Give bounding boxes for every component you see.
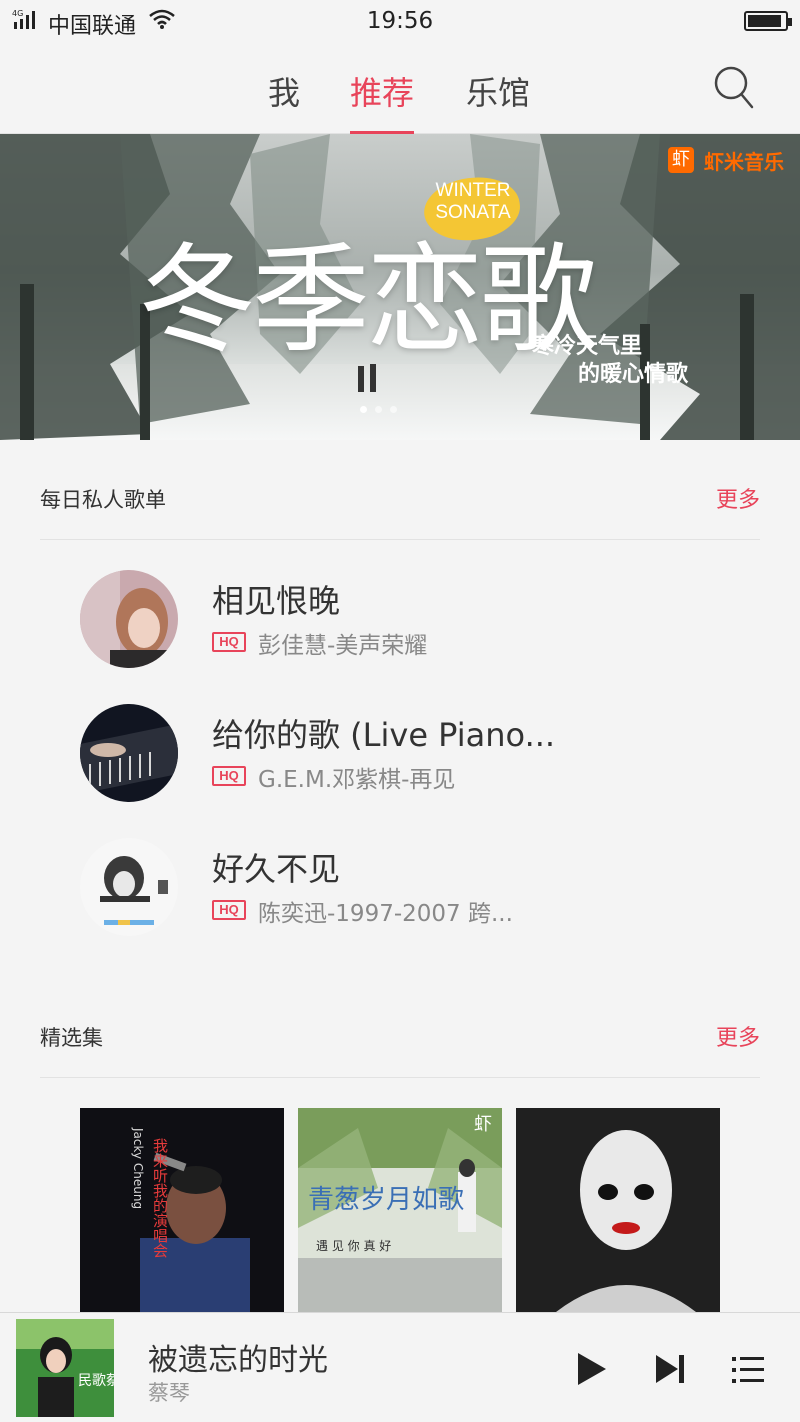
album-side-text: Jacky Cheung — [131, 1127, 145, 1209]
album-cover: 虾 青葱岁月如歌 遇 见 你 真 好 — [298, 1108, 502, 1312]
song-artist: G.E.M.邓紫棋-再见 — [258, 767, 456, 793]
album-cover: Jacky Cheung 我来听我的演唱会 — [80, 1108, 284, 1312]
banner-headline: 冬季恋歌 — [138, 231, 598, 369]
playlist-icon[interactable] — [728, 1349, 768, 1389]
promo-banner[interactable]: 虾 虾米音乐 WINTER SONATA 冬季恋歌 寒冷天气里 的暖心情歌 — [0, 134, 800, 440]
album-cover — [516, 1108, 720, 1312]
song-title: 好久不见 — [212, 850, 341, 888]
battery-icon — [744, 11, 792, 31]
song-artist: 陈奕迅-1997-2007 跨... — [258, 901, 513, 927]
album-card[interactable]: Jacky Cheung 我来听我的演唱会 — [80, 1108, 284, 1312]
tab-recommend[interactable]: 推荐 — [350, 68, 415, 134]
album-card[interactable]: 虾 青葱岁月如歌 遇 见 你 真 好 — [298, 1108, 502, 1312]
song-title: 相见恨晚 — [212, 582, 341, 620]
carousel-dot — [390, 406, 397, 413]
search-icon[interactable] — [712, 64, 756, 112]
section-title: 每日私人歌单 — [40, 488, 166, 512]
badge-line1: WINTER — [435, 180, 511, 201]
play-icon[interactable] — [572, 1349, 612, 1389]
hq-badge: HQ — [212, 900, 246, 920]
song-title: 给你的歌 (Live Piano... — [212, 716, 556, 754]
clock: 19:56 — [366, 8, 434, 34]
hq-badge: HQ — [212, 766, 246, 786]
carousel-dots — [360, 406, 397, 413]
song-row[interactable]: 好久不见 HQ 陈奕迅-1997-2007 跨... — [80, 838, 760, 938]
album-subtitle: 遇 见 你 真 好 — [316, 1239, 391, 1253]
daily-playlist-header: 每日私人歌单 更多 — [40, 484, 760, 540]
xiami-logo: 虾 — [668, 147, 694, 173]
now-playing-artist: 蔡琴 — [148, 1381, 190, 1405]
next-icon[interactable] — [650, 1349, 690, 1389]
album-vertical-title: 我来听我的演唱会 — [151, 1138, 169, 1258]
album-card[interactable] — [516, 1108, 720, 1312]
brand-name: 虾米音乐 — [704, 149, 784, 174]
status-bar: 4G 中国联通 19:56 — [0, 0, 800, 46]
song-row[interactable]: 给你的歌 (Live Piano... HQ G.E.M.邓紫棋-再见 — [80, 704, 760, 804]
cover-text: 民歌蔡琴 — [78, 1373, 114, 1389]
mini-player[interactable]: 民歌蔡琴 被遗忘的时光 蔡琴 — [0, 1312, 800, 1422]
banner-subtitle-2: 的暖心情歌 — [578, 362, 689, 387]
more-link[interactable]: 更多 — [716, 482, 760, 514]
featured-header: 精选集 更多 — [40, 1022, 760, 1078]
carousel-dot — [375, 406, 382, 413]
song-row[interactable]: 相见恨晚 HQ 彭佳慧-美声荣耀 — [80, 570, 760, 670]
tab-me[interactable]: 我 — [268, 68, 300, 134]
section-title: 精选集 — [40, 1026, 103, 1050]
xiami-brand: 虾 虾米音乐 — [668, 146, 784, 174]
song-artist: 彭佳慧-美声荣耀 — [258, 633, 428, 659]
tab-music-hall[interactable]: 乐馆 — [466, 68, 530, 134]
top-nav: 我 推荐 乐馆 — [0, 46, 800, 134]
album-title: 青葱岁月如歌 — [308, 1185, 464, 1215]
album-logo: 虾 — [474, 1114, 492, 1135]
carousel-dot — [360, 406, 367, 413]
hq-badge: HQ — [212, 632, 246, 652]
song-cover — [80, 838, 178, 936]
song-cover — [80, 704, 178, 802]
now-playing-cover: 民歌蔡琴 — [16, 1319, 114, 1417]
now-playing-title: 被遗忘的时光 — [148, 1343, 328, 1378]
more-link[interactable]: 更多 — [716, 1020, 760, 1052]
song-cover — [80, 570, 178, 668]
